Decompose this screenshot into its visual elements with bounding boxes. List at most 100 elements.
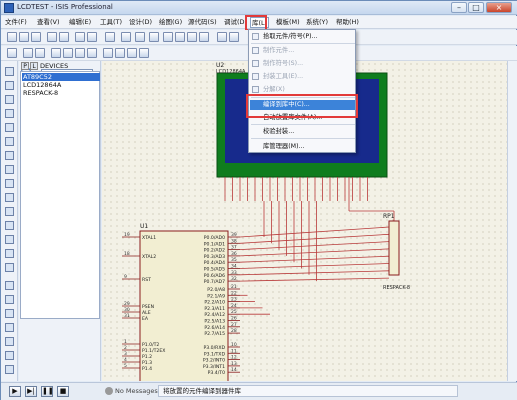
box-icon[interactable] (5, 295, 14, 304)
u1-right-pin-label: P0.0/AD0 (204, 235, 225, 241)
refresh-icon[interactable] (105, 32, 115, 42)
search-icon[interactable] (23, 48, 33, 58)
virtual-instrument-icon[interactable] (5, 263, 14, 272)
menu-source[interactable]: 源代码(S) (187, 17, 218, 28)
device-item-respack8[interactable]: RESPACK-8 (22, 89, 100, 97)
generator-icon[interactable] (5, 221, 14, 230)
u1-left-pin-number: 29 (124, 301, 130, 307)
menu-item-make-device[interactable]: 制作元件... (263, 46, 294, 55)
u1-right-pin-number: 26 (231, 316, 237, 322)
device-list[interactable]: AT89C52 LCD12864A RESPACK-8 (20, 71, 100, 319)
line-icon[interactable] (5, 281, 14, 290)
property-icon[interactable] (35, 48, 45, 58)
export-icon[interactable] (59, 32, 69, 42)
u1-right-pin-label: P3.0/RXD (204, 345, 226, 351)
current-probe-icon[interactable] (5, 249, 14, 258)
package-icon[interactable] (75, 48, 85, 58)
tape-recorder-icon[interactable] (5, 207, 14, 216)
redo-icon[interactable] (229, 32, 239, 42)
subcircuit-icon[interactable] (5, 151, 14, 160)
pick-devices-button[interactable]: P (21, 62, 29, 70)
u1-right-pin-label: P0.4/AD4 (204, 260, 225, 266)
step-button[interactable]: ▶| (25, 386, 37, 397)
u1-right-pin-label: P3.3/INT1 (203, 364, 225, 370)
menu-system[interactable]: 系统(Y) (305, 17, 329, 28)
close-button[interactable]: × (486, 2, 512, 13)
minimize-button[interactable]: – (451, 2, 467, 13)
pick-device-icon[interactable] (51, 48, 61, 58)
u1-left-pin-label: PSEN (142, 304, 154, 310)
device-item-lcd12864a[interactable]: LCD12864A (22, 81, 100, 89)
vertical-scrollbar[interactable] (507, 61, 517, 381)
origin-icon[interactable] (135, 32, 145, 42)
menu-edit[interactable]: 编辑(E) (68, 17, 92, 28)
area-icon[interactable] (87, 32, 97, 42)
voltage-probe-icon[interactable] (5, 235, 14, 244)
zoom-in-icon[interactable] (163, 32, 173, 42)
menu-item-verify-packages[interactable]: 校验封装... (263, 127, 294, 136)
text-icon[interactable] (5, 351, 14, 360)
component-icon[interactable] (5, 81, 14, 90)
menu-item-library-manager[interactable]: 库管理器(M)... (263, 142, 305, 151)
menu-view[interactable]: 查看(V) (36, 17, 61, 28)
menu-item-package-tool[interactable]: 封装工具(E)... (263, 72, 303, 81)
zoom-out-icon[interactable] (175, 32, 185, 42)
make-symbol-icon (252, 60, 259, 67)
menu-item-pick-device[interactable]: 拾取元件/符号(P)... (263, 32, 318, 41)
pan-icon[interactable] (149, 32, 159, 42)
library-manager-button[interactable]: L (30, 62, 38, 70)
pause-button[interactable]: ❚❚ (41, 386, 54, 397)
menu-help[interactable]: 帮助(H) (335, 17, 360, 28)
u1-right-pin-number: 10 (231, 342, 237, 348)
menu-tools[interactable]: 工具(T) (99, 17, 123, 28)
zoom-area-icon[interactable] (199, 32, 209, 42)
menu-item-make-symbol[interactable]: 制作符号(S)... (263, 59, 303, 68)
make-device-icon[interactable] (63, 48, 73, 58)
print-icon[interactable] (75, 32, 85, 42)
menu-separator (251, 124, 355, 125)
device-pin-icon[interactable] (5, 179, 14, 188)
maximize-button[interactable]: □ (468, 2, 484, 13)
arc-icon[interactable] (5, 323, 14, 332)
grid-icon[interactable] (121, 32, 131, 42)
ares-icon[interactable] (139, 48, 149, 58)
open-icon[interactable] (19, 32, 29, 42)
title-bar[interactable]: LCDTEST - ISIS Professional – □ × (1, 1, 517, 15)
select-arrow-icon[interactable] (5, 67, 14, 76)
device-item-at89c52[interactable]: AT89C52 (22, 73, 100, 81)
menu-design[interactable]: 设计(D) (128, 17, 153, 28)
wire (239, 277, 390, 282)
u1-right-pin-label: P2.6/A14 (204, 325, 225, 331)
text-script-icon[interactable] (5, 123, 14, 132)
graph-icon[interactable] (5, 193, 14, 202)
bom-icon[interactable] (115, 48, 125, 58)
left-tool-strip (1, 61, 18, 381)
decompose-icon[interactable] (87, 48, 97, 58)
path-icon[interactable] (5, 337, 14, 346)
stop-button[interactable]: ■ (57, 386, 69, 397)
u1-left-pin-label: P1.4 (142, 366, 152, 372)
u1-right-pin-number: 12 (231, 355, 237, 361)
terminal-icon[interactable] (5, 165, 14, 174)
import-icon[interactable] (47, 32, 57, 42)
circle-icon[interactable] (5, 309, 14, 318)
menu-item-decompose[interactable]: 分解(X) (263, 85, 285, 94)
u1-right-pin-number: 22 (231, 290, 237, 296)
menu-graph[interactable]: 绘图(G) (158, 17, 183, 28)
netlist-icon[interactable] (103, 48, 113, 58)
menu-file[interactable]: 文件(F) (4, 17, 28, 28)
wire-label-icon[interactable] (5, 109, 14, 118)
play-button[interactable]: ▶ (9, 386, 21, 397)
undo-icon[interactable] (217, 32, 227, 42)
bus-icon[interactable] (5, 137, 14, 146)
symbol-icon[interactable] (5, 365, 14, 374)
save-icon[interactable] (31, 32, 41, 42)
u1-right-pin-label: P2.7/A15 (204, 331, 225, 337)
menu-template[interactable]: 模板(M) (275, 17, 301, 28)
tool-icon[interactable] (7, 48, 17, 58)
zoom-all-icon[interactable] (187, 32, 197, 42)
junction-icon[interactable] (5, 95, 14, 104)
erc-icon[interactable] (127, 48, 137, 58)
new-icon[interactable] (7, 32, 17, 42)
u1-left-pin-label: EA (142, 316, 149, 322)
